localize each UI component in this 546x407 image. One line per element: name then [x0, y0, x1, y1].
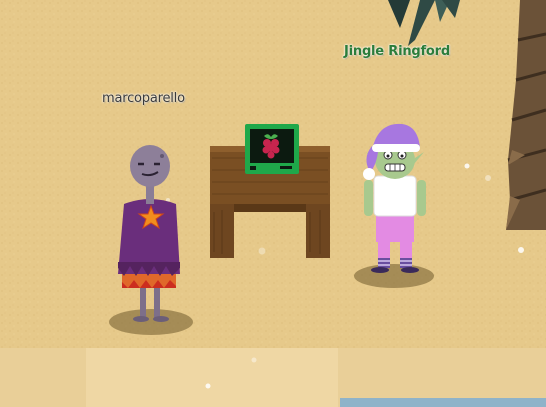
palm-trunk-icon	[506, 0, 546, 230]
avatar-jingle-ringford[interactable]	[348, 118, 442, 288]
monitor[interactable]	[245, 124, 299, 174]
player-name-jingle-ringford: Jingle Ringford	[344, 44, 450, 59]
water-edge	[340, 398, 546, 407]
game-scene[interactable]: marcoparello Jingle Ringford	[0, 0, 546, 407]
palm-leaves-icon	[388, 0, 460, 46]
computer-table[interactable]	[208, 122, 334, 262]
avatar-marcoparello[interactable]	[106, 142, 196, 338]
player-name-marcoparello: marcoparello	[102, 91, 185, 106]
